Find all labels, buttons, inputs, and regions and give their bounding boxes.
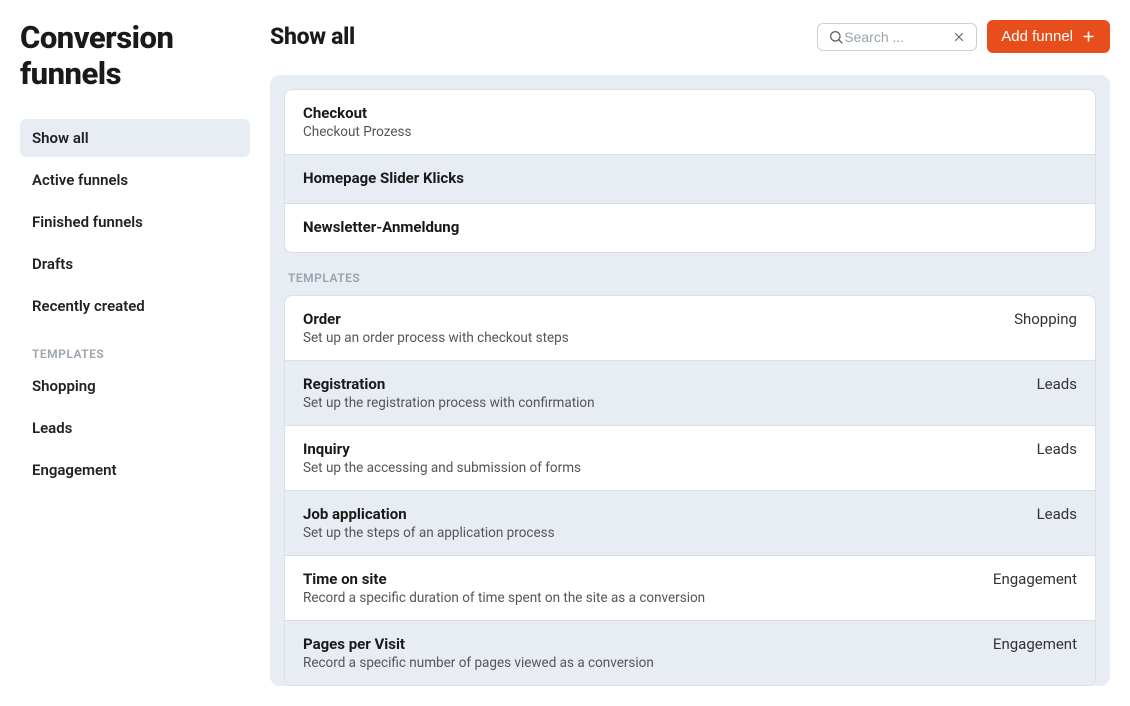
templates-list: Order Set up an order process with check…: [284, 295, 1096, 686]
template-row[interactable]: Time on site Record a specific duration …: [285, 556, 1095, 621]
funnels-list: Checkout Checkout Prozess Homepage Slide…: [284, 89, 1096, 253]
template-category: Shopping: [994, 310, 1077, 328]
search-icon: [828, 29, 844, 45]
template-row[interactable]: Order Set up an order process with check…: [285, 296, 1095, 361]
template-subtitle: Set up an order process with checkout st…: [303, 330, 994, 346]
template-title: Order: [303, 310, 994, 328]
template-category: Leads: [1017, 375, 1077, 393]
search-input[interactable]: [844, 29, 952, 45]
plus-icon: [1081, 29, 1096, 44]
sidebar-item-shopping[interactable]: Shopping: [20, 367, 250, 405]
template-category: Leads: [1017, 440, 1077, 458]
header-title: Show all: [270, 23, 355, 50]
sidebar-item-recently-created[interactable]: Recently created: [20, 287, 250, 325]
header-actions: Add funnel: [817, 20, 1110, 53]
funnel-title: Homepage Slider Klicks: [303, 169, 1077, 187]
sidebar-section-label-templates: TEMPLATES: [20, 337, 250, 367]
template-row[interactable]: Job application Set up the steps of an a…: [285, 491, 1095, 556]
search-box[interactable]: [817, 23, 977, 51]
funnel-title: Newsletter-Anmeldung: [303, 218, 1077, 236]
add-funnel-label: Add funnel: [1001, 28, 1073, 45]
template-title: Registration: [303, 375, 1017, 393]
template-title: Time on site: [303, 570, 973, 588]
template-subtitle: Record a specific number of pages viewed…: [303, 655, 973, 671]
template-subtitle: Record a specific duration of time spent…: [303, 590, 973, 606]
content-panel: Checkout Checkout Prozess Homepage Slide…: [270, 75, 1110, 686]
template-title: Inquiry: [303, 440, 1017, 458]
funnel-row[interactable]: Newsletter-Anmeldung: [285, 204, 1095, 252]
sidebar-item-engagement[interactable]: Engagement: [20, 451, 250, 489]
template-title: Pages per Visit: [303, 635, 973, 653]
template-category: Leads: [1017, 505, 1077, 523]
template-row[interactable]: Registration Set up the registration pro…: [285, 361, 1095, 426]
sidebar-item-leads[interactable]: Leads: [20, 409, 250, 447]
template-subtitle: Set up the accessing and submission of f…: [303, 460, 1017, 476]
template-row[interactable]: Pages per Visit Record a specific number…: [285, 621, 1095, 685]
templates-section-label: TEMPLATES: [284, 253, 1096, 295]
clear-icon[interactable]: [952, 30, 966, 44]
template-category: Engagement: [973, 635, 1077, 653]
template-subtitle: Set up the steps of an application proce…: [303, 525, 1017, 541]
sidebar-item-show-all[interactable]: Show all: [20, 119, 250, 157]
header: Show all Add funnel: [270, 20, 1110, 53]
funnel-title: Checkout: [303, 104, 1077, 122]
funnel-row[interactable]: Homepage Slider Klicks: [285, 155, 1095, 204]
template-category: Engagement: [973, 570, 1077, 588]
funnel-subtitle: Checkout Prozess: [303, 124, 1077, 140]
sidebar-nav: Show all Active funnels Finished funnels…: [20, 119, 250, 489]
template-title: Job application: [303, 505, 1017, 523]
funnel-row[interactable]: Checkout Checkout Prozess: [285, 90, 1095, 155]
sidebar-item-active-funnels[interactable]: Active funnels: [20, 161, 250, 199]
sidebar-item-drafts[interactable]: Drafts: [20, 245, 250, 283]
add-funnel-button[interactable]: Add funnel: [987, 20, 1110, 53]
template-subtitle: Set up the registration process with con…: [303, 395, 1017, 411]
main: Show all Add funnel: [270, 20, 1110, 686]
sidebar: Conversion funnels Show all Active funne…: [20, 20, 270, 686]
sidebar-item-finished-funnels[interactable]: Finished funnels: [20, 203, 250, 241]
template-row[interactable]: Inquiry Set up the accessing and submiss…: [285, 426, 1095, 491]
page-title: Conversion funnels: [20, 20, 250, 91]
